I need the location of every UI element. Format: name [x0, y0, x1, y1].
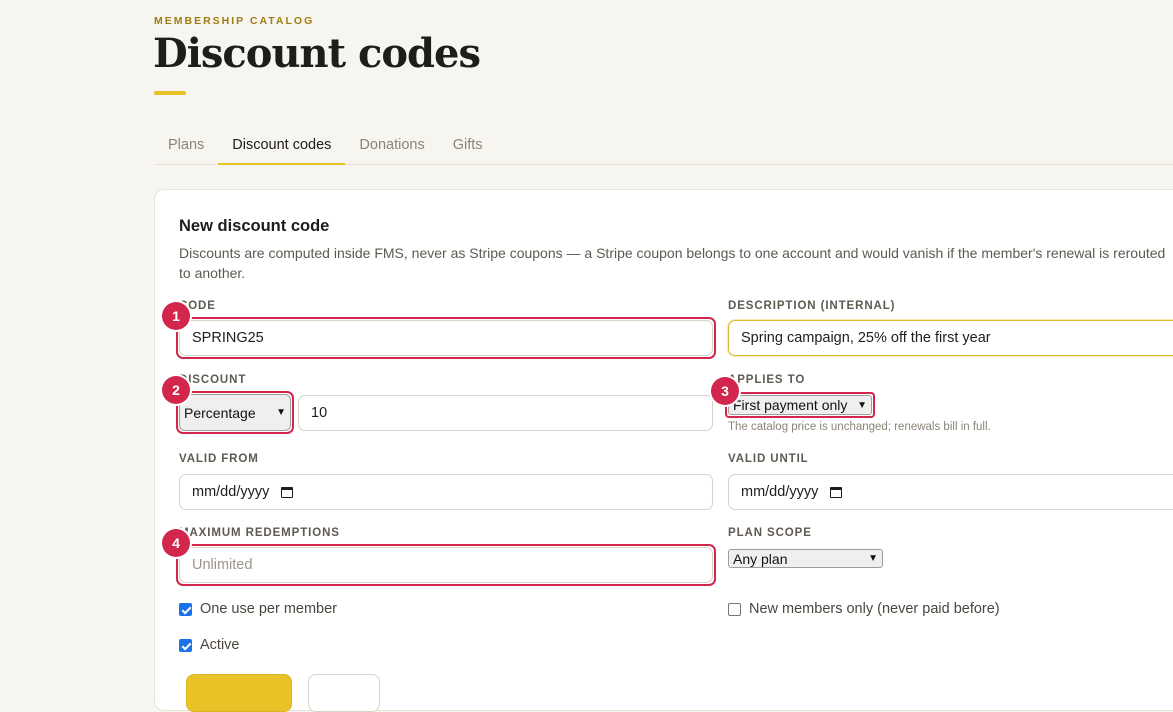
discount-type-select[interactable]: Percentage ▼	[179, 394, 291, 431]
new-members-label[interactable]: New members only (never paid before)	[749, 601, 1000, 617]
new-discount-card: New discount code Discounts are computed…	[154, 189, 1173, 712]
description-label: DESCRIPTION (INTERNAL)	[728, 300, 896, 312]
one-use-checkbox[interactable]	[179, 603, 192, 616]
code-input[interactable]: SPRING25	[179, 320, 713, 356]
chevron-down-icon: ▼	[276, 407, 286, 418]
cancel-button[interactable]	[308, 674, 380, 712]
valid-from-input[interactable]: mm/dd/yyyy	[179, 474, 713, 510]
calendar-icon[interactable]	[281, 486, 294, 498]
valid-from-placeholder: mm/dd/yyyy	[192, 484, 270, 500]
title-underline	[154, 91, 186, 95]
save-button[interactable]	[186, 674, 292, 712]
valid-until-input[interactable]: mm/dd/yyyy	[728, 474, 1173, 510]
annotation-badge-3: 3	[711, 377, 739, 405]
chevron-down-icon: ▼	[857, 399, 867, 411]
discount-amount-input[interactable]: 10	[298, 395, 713, 431]
tab-gifts[interactable]: Gifts	[439, 126, 497, 164]
annotation-badge-1: 1	[162, 302, 190, 330]
applies-to-hint: The catalog price is unchanged; renewals…	[728, 421, 991, 433]
applies-to-value: First payment only	[733, 397, 848, 413]
tab-donations[interactable]: Donations	[345, 126, 438, 164]
calendar-icon[interactable]	[830, 486, 843, 498]
plan-scope-select[interactable]: Any plan ▼	[728, 549, 883, 568]
active-label[interactable]: Active	[200, 637, 240, 653]
applies-to-select[interactable]: First payment only ▼	[728, 395, 872, 415]
plan-scope-value: Any plan	[733, 550, 788, 567]
valid-until-placeholder: mm/dd/yyyy	[741, 484, 819, 500]
description-input[interactable]: Spring campaign, 25% off the first year	[728, 320, 1173, 356]
chevron-down-icon: ▼	[868, 553, 878, 564]
eyebrow-label: MEMBERSHIP CATALOG	[154, 15, 315, 27]
tab-discount-codes[interactable]: Discount codes	[218, 126, 346, 165]
discount-type-value: Percentage	[184, 404, 256, 421]
active-checkbox[interactable]	[179, 639, 192, 652]
new-members-checkbox[interactable]	[728, 603, 741, 616]
annotation-badge-2: 2	[162, 376, 190, 404]
tab-bar: Plans Discount codes Donations Gifts	[154, 126, 1173, 165]
plan-scope-label: PLAN SCOPE	[728, 527, 812, 539]
one-use-label[interactable]: One use per member	[200, 601, 337, 617]
annotation-badge-4: 4	[162, 529, 190, 557]
page-title: Discount codes	[153, 30, 481, 77]
max-redemptions-label: MAXIMUM REDEMPTIONS	[179, 527, 340, 539]
max-redemptions-input[interactable]: Unlimited	[179, 547, 713, 583]
card-description: Discounts are computed inside FMS, never…	[179, 245, 1166, 281]
tab-plans[interactable]: Plans	[154, 126, 218, 164]
valid-from-label: VALID FROM	[179, 453, 259, 465]
card-title: New discount code	[179, 217, 330, 235]
applies-to-label: APPLIES TO	[728, 374, 806, 386]
valid-until-label: VALID UNTIL	[728, 453, 809, 465]
